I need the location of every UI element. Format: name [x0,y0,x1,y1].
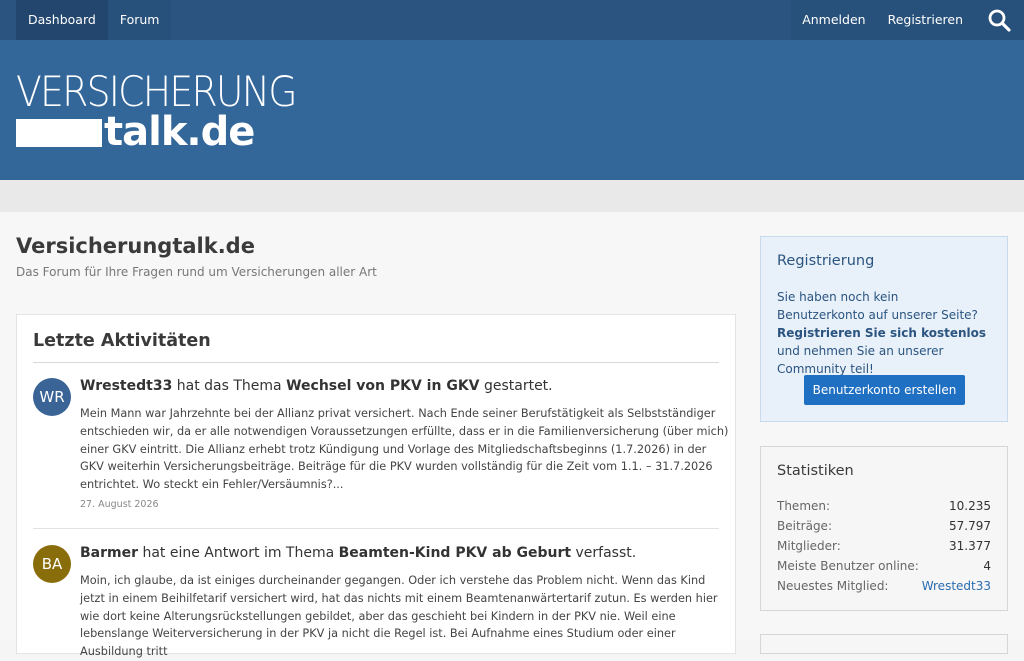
activity-heading: Letzte Aktivitäten [33,331,211,351]
stats-row: Meiste Benutzer online: 4 [777,559,991,573]
activity-snippet: Mein Mann war Jahrzehnte bei der Allianz… [80,407,729,492]
item-divider [33,528,719,529]
stats-row: Neuestes Mitglied: Wrestedt33 [777,579,991,593]
user-nav: Anmelden Registrieren [791,0,1024,40]
logo-bar [16,119,102,147]
activity-headline: Wrestedt33 hat das Thema Wechsel von PKV… [80,378,553,394]
nav-forum[interactable]: Forum [107,0,172,40]
stats-value: 4 [983,559,991,573]
stats-value: 31.377 [949,539,991,553]
stats-row: Themen: 10.235 [777,499,991,513]
activity-thread-link[interactable]: Beamten-Kind PKV ab Geburt [339,545,571,561]
stats-label: Mitglieder: [777,539,841,553]
top-navigation: Dashboard Forum Anmelden Registrieren [0,0,1024,40]
search-button[interactable] [974,0,1024,40]
stats-label: Meiste Benutzer online: [777,559,919,573]
registration-text-pre: Sie haben noch kein Benutzerkonto auf un… [777,290,978,322]
statistics-title: Statistiken [777,463,854,479]
site-logo[interactable]: VERSICHERUNG talk.de [16,71,298,155]
activity-thread-link[interactable]: Wechsel von PKV in GKV [286,378,479,394]
stats-row: Beiträge: 57.797 [777,519,991,533]
sidebar-box [760,634,1008,654]
activity-snippet: Moin, ich glaube, da ist einiges durchei… [80,574,718,659]
logo-line-2: talk.de [104,109,255,155]
activity-action: hat eine Antwort im Thema [138,545,339,561]
site-header: VERSICHERUNG talk.de [0,40,1024,180]
activity-action: hat das Thema [172,378,287,394]
login-link[interactable]: Anmelden [791,0,876,40]
stats-label: Neuestes Mitglied: [777,579,889,593]
register-link[interactable]: Registrieren [877,0,974,40]
newest-member-link[interactable]: Wrestedt33 [922,579,991,593]
registration-box: Registrierung Sie haben noch kein Benutz… [760,236,1008,422]
stats-value: 10.235 [949,499,991,513]
header-stripe [0,180,1024,212]
logo-line-1: VERSICHERUNG [16,67,298,116]
registration-text-bold: Registrieren Sie sich kostenlos [777,326,987,340]
heading-divider [33,362,719,363]
stats-label: Beiträge: [777,519,832,533]
activity-user[interactable]: Wrestedt33 [80,378,172,394]
main-nav: Dashboard Forum [16,0,172,40]
nav-dashboard[interactable]: Dashboard [16,0,108,40]
registration-text: Sie haben noch kein Benutzerkonto auf un… [777,288,989,378]
activity-date[interactable]: 27. August 2026 [80,499,159,510]
stats-value: 57.797 [949,519,991,533]
avatar[interactable]: BA [33,545,71,583]
activity-headline: Barmer hat eine Antwort im Thema Beamten… [80,545,636,561]
stats-label: Themen: [777,499,831,513]
page-title: Versicherungtalk.de [16,234,255,258]
page-subtitle: Das Forum für Ihre Fragen rund um Versic… [16,265,377,279]
registration-title: Registrierung [777,253,875,269]
statistics-box: Statistiken Themen: 10.235 Beiträge: 57.… [760,446,1008,611]
activity-user[interactable]: Barmer [80,545,138,561]
activity-suffix: verfasst. [571,545,637,561]
search-icon [988,9,1011,32]
create-account-button[interactable]: Benutzerkonto erstellen [804,375,965,405]
activity-suffix: gestartet. [479,378,553,394]
registration-text-post: und nehmen Sie an unserer Community teil… [777,344,944,376]
avatar[interactable]: WR [33,378,71,416]
stats-row: Mitglieder: 31.377 [777,539,991,553]
activity-card: Letzte Aktivitäten WR Wrestedt33 hat das… [16,314,736,658]
